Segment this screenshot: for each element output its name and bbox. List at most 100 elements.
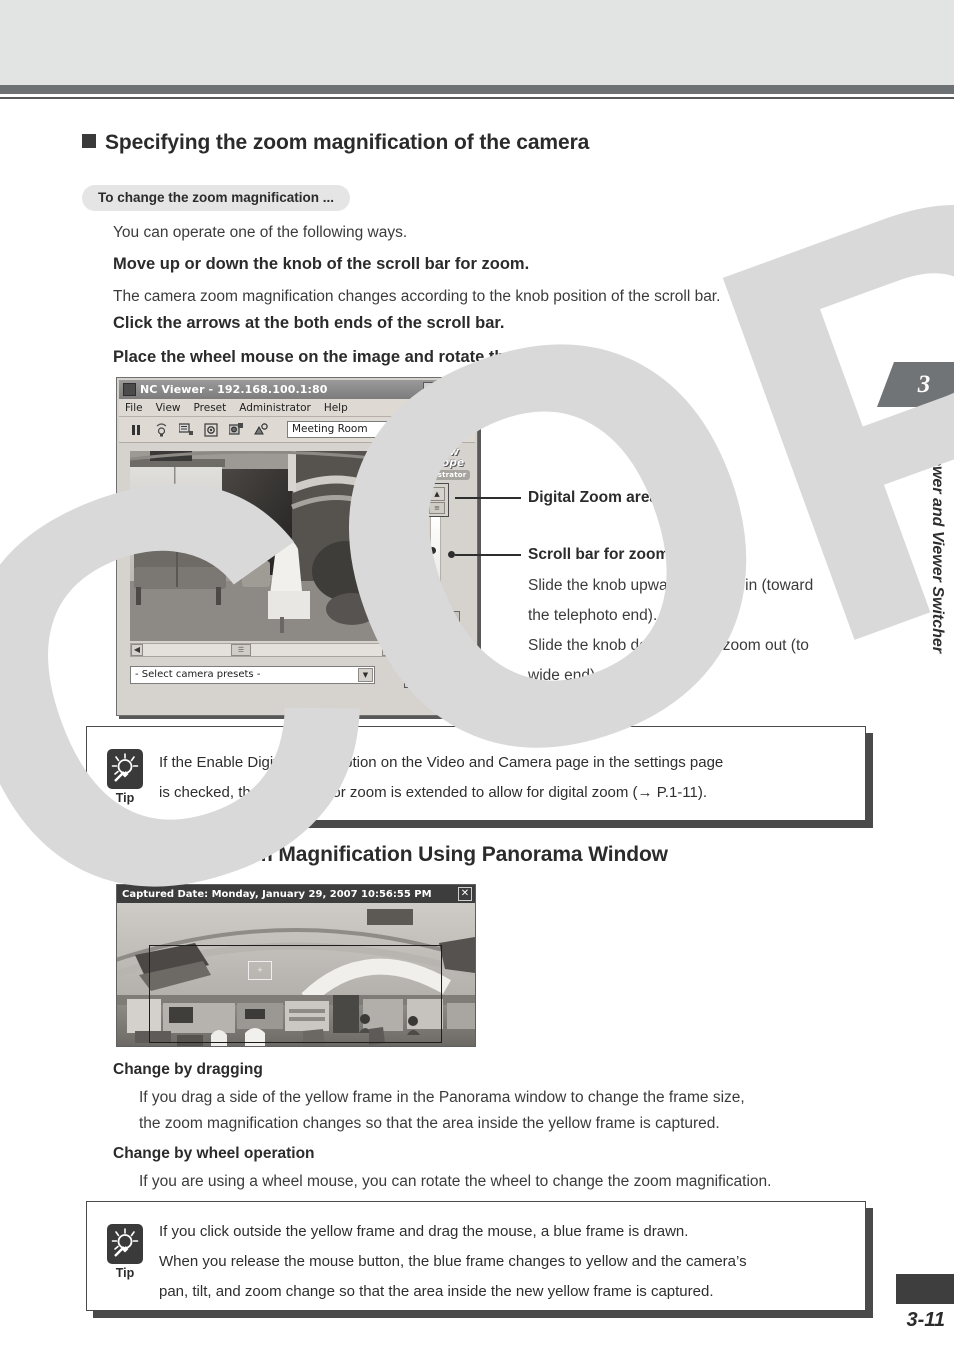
tip-text-1: If the Enable Digital Zoom option on the…: [159, 748, 723, 808]
image-vertical-scrollbar[interactable]: ▲ ≡ ▼: [382, 451, 395, 641]
digital-zoom-callout-line: [455, 497, 521, 499]
status-field: [404, 635, 460, 650]
scroll-right-arrow-icon[interactable]: ▶: [382, 644, 394, 656]
night-mode-icon[interactable]: [252, 421, 270, 439]
face-detection-button[interactable]: [404, 611, 426, 631]
digital-zoom-area[interactable]: ▲ ≡: [405, 483, 449, 517]
chevron-down-icon: ▼: [397, 428, 404, 437]
webview-livescope-logo: WebView Livescope: [404, 447, 464, 469]
tip-2-line-2: When you release the mouse button, the b…: [159, 1253, 747, 1270]
menu-preset[interactable]: Preset: [194, 402, 227, 414]
stop-control-button[interactable]: Stop Control: [404, 654, 460, 688]
section-1-item-2: Click the arrows at the both ends of the…: [113, 314, 505, 332]
tip-box-1: Tip If the Enable Digital Zoom option on…: [86, 726, 866, 821]
administrator-badge: Administrator: [405, 470, 471, 480]
panorama-cursor-box[interactable]: +: [248, 961, 272, 980]
tip-bulb-icon-2: [107, 1224, 143, 1264]
scroll-bar-callout-line-3: Slide the knob downward to zoom out (to: [528, 637, 809, 654]
nc-viewer-titlebar: NC Viewer - 192.168.100.1:80 _ □ ✕: [119, 380, 475, 399]
light-icon[interactable]: [152, 421, 170, 439]
zoom-scroll-bar[interactable]: [430, 517, 441, 595]
footer-block: [896, 1274, 954, 1304]
scroll-left-arrow-icon[interactable]: ◀: [131, 644, 143, 656]
section-1-heading: Specifying the zoom magnification of the…: [82, 131, 589, 155]
nc-viewer-body: ▲ ≡ ▼ ◀ ☰ ▶ - Select camera presets - ▼ …: [119, 443, 475, 713]
scroll-bar-callout-line-4: wide end).: [528, 667, 600, 684]
section-1-item-1-desc: The camera zoom magnification changes ac…: [113, 288, 721, 305]
panorama-captured-date: Captured Date: Monday, January 29, 2007 …: [122, 888, 432, 900]
preset-chevron-down-icon[interactable]: ▼: [358, 668, 373, 682]
nc-viewer-title: NC Viewer - 192.168.100.1:80: [140, 383, 328, 396]
pause-icon[interactable]: [127, 421, 145, 439]
panorama-selection-frame[interactable]: [149, 945, 442, 1043]
scroll-bar-callout-body: Slide the knob upward to zoom in (toward…: [528, 571, 813, 691]
vertical-scroll-thumb[interactable]: ≡: [383, 500, 394, 520]
section-2-sub-1-line-1: If you drag a side of the yellow frame i…: [139, 1089, 745, 1106]
menu-view[interactable]: View: [156, 402, 181, 414]
digital-zoom-icon[interactable]: [409, 488, 425, 502]
bullet-square-icon: [82, 134, 96, 148]
tip-1-line-2: is checked, the scroll bar for zoom is e…: [159, 784, 708, 801]
camera-control-icon[interactable]: [227, 421, 245, 439]
minimize-button[interactable]: _: [423, 382, 438, 396]
panorama-grid-icon: [433, 616, 455, 628]
nc-viewer-toolbar: Meeting Room ▼: [119, 417, 475, 443]
tip-label-2: Tip: [115, 1266, 135, 1280]
chapter-label: NC Viewer and Viewer Switcher: [929, 415, 946, 654]
digital-zoom-callout-title: Digital Zoom area: [528, 489, 659, 506]
tip-1-line-1: If the Enable Digital Zoom option on the…: [159, 754, 724, 771]
microphone-icon[interactable]: [407, 520, 421, 535]
scroll-up-arrow-icon[interactable]: ▲: [383, 452, 394, 463]
panorama-titlebar: Captured Date: Monday, January 29, 2007 …: [117, 885, 475, 903]
panorama-close-icon[interactable]: ✕: [458, 887, 472, 901]
tip-2-line-1: If you click outside the yellow frame an…: [159, 1223, 689, 1240]
page-content: Specifying the zoom magnification of the…: [0, 0, 954, 1352]
telephoto-icon[interactable]: [407, 593, 421, 606]
scroll-bar-callout-line-1: Slide the knob upward to zoom in (toward: [528, 577, 814, 594]
bullet-square-icon-2: [82, 846, 96, 860]
menu-administrator[interactable]: Administrator: [239, 402, 311, 414]
section-2-sub-2-line-1: If you are using a wheel mouse, you can …: [139, 1173, 772, 1190]
tip-label-1: Tip: [115, 791, 135, 805]
camera-preset-select[interactable]: - Select camera presets - ▼: [130, 666, 375, 684]
menu-help[interactable]: Help: [324, 402, 348, 414]
horizontal-scroll-thumb[interactable]: ☰: [231, 644, 251, 656]
digital-zoom-up-arrow-icon[interactable]: ▲: [429, 487, 445, 501]
digital-zoom-knob[interactable]: ≡: [429, 502, 445, 514]
nc-viewer-menubar: File View Preset Administrator Help: [119, 399, 475, 417]
section-1-pill: To change the zoom magnification ...: [82, 185, 351, 211]
scroll-bar-callout-title: Scroll bar for zoom: [528, 546, 670, 563]
scroll-bar-callout-line-2: the telephoto end).: [528, 607, 658, 624]
logo-line-2: Livescope: [404, 457, 465, 469]
menu-file[interactable]: File: [125, 402, 143, 414]
camera-preset-value: - Select camera presets -: [135, 669, 261, 680]
scroll-down-arrow-icon[interactable]: ▼: [383, 629, 394, 640]
camera-select[interactable]: Meeting Room ▼: [287, 421, 407, 438]
chapter-tab: 3: [877, 362, 954, 407]
maximize-button[interactable]: □: [440, 382, 455, 396]
page-number: 3-11: [906, 1309, 945, 1331]
section-1-intro: You can operate one of the following way…: [113, 224, 408, 241]
tip-bulb-icon: [107, 749, 143, 789]
nc-viewer-window: NC Viewer - 192.168.100.1:80 _ □ ✕ File …: [116, 377, 478, 716]
section-2-sub-2-heading: Change by wheel operation: [113, 1145, 315, 1162]
camera-control-badge-icon: [425, 658, 441, 672]
zoom-scroll-knob[interactable]: [429, 547, 436, 554]
scroll-bar-callout-dot: [448, 551, 455, 558]
camera-control-panel: WebView Livescope Administrator ▲ ≡ ▼ St…: [402, 445, 472, 695]
window-buttons: _ □ ✕: [423, 382, 472, 396]
stop-control-label: Stop Control: [406, 673, 460, 683]
scroll-bar-callout-line: [455, 554, 521, 556]
panorama-window: Captured Date: Monday, January 29, 2007 …: [116, 884, 476, 1047]
section-2-sub-1-heading: Change by dragging: [113, 1061, 263, 1078]
section-1-item-3: Place the wheel mouse on the image and r…: [113, 348, 569, 366]
section-2-sub-1-line-2: the zoom magnification changes so that t…: [139, 1115, 720, 1132]
section-1-item-1: Move up or down the knob of the scroll b…: [113, 255, 530, 273]
close-button[interactable]: ✕: [457, 382, 472, 396]
camera-live-image[interactable]: [130, 451, 382, 641]
zoom-down-arrow-icon[interactable]: ▼: [425, 591, 441, 605]
panorama-button[interactable]: [428, 611, 460, 631]
display-icon[interactable]: [177, 421, 195, 439]
image-horizontal-scrollbar[interactable]: ◀ ☰ ▶: [130, 643, 395, 657]
settings-icon[interactable]: [202, 421, 220, 439]
